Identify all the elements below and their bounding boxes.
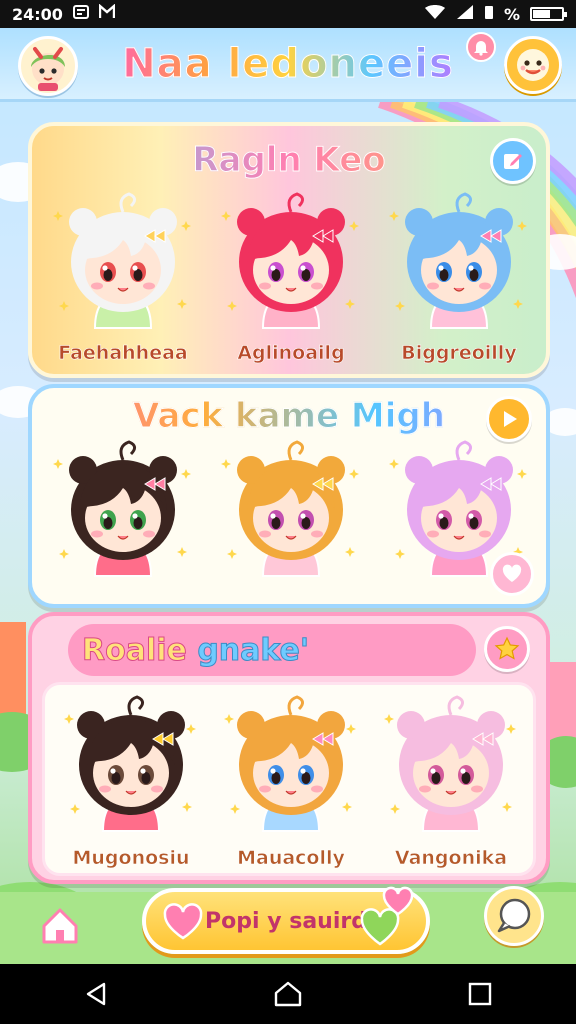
character-portrait xyxy=(389,192,527,329)
character-portrait xyxy=(64,695,196,832)
character-portrait xyxy=(221,440,359,577)
notification-button[interactable] xyxy=(466,32,496,62)
heart-icon xyxy=(502,564,522,582)
speech-bubble-button[interactable] xyxy=(484,886,544,946)
status-time: 24:00 xyxy=(12,4,63,24)
character-card[interactable]: Aglinoailg xyxy=(208,186,374,366)
character-name: Aglinoailg xyxy=(237,342,345,365)
character-card[interactable]: Mauacolly xyxy=(211,689,371,879)
chat-face-icon xyxy=(517,49,549,81)
wifi-icon xyxy=(424,4,446,24)
status-bar: 24:00 % xyxy=(0,0,576,28)
character-panel-1: Ragln Keo Faehahheaa Aglinoailg Biggreoi… xyxy=(28,122,550,378)
panel-3-title-part1: Roalie xyxy=(82,632,188,668)
home-button[interactable] xyxy=(38,904,82,948)
heart-right-icon xyxy=(360,886,414,946)
character-portrait xyxy=(53,440,191,577)
character-panel-2: Vack kame Migh xyxy=(28,384,550,608)
speech-bubble-icon xyxy=(497,898,531,933)
home-icon xyxy=(42,908,78,944)
character-card[interactable] xyxy=(40,434,206,604)
app-header: Naa ledoneeis xyxy=(0,28,576,102)
notification-icon xyxy=(72,4,89,24)
character-name: Biggreoilly xyxy=(401,342,517,365)
panel-3-character-row: Mugonosiu Mauacolly Vangonika xyxy=(42,682,536,876)
recents-icon xyxy=(468,982,492,1006)
avatar-icon xyxy=(31,47,65,91)
bell-icon xyxy=(474,41,488,56)
home-nav-icon xyxy=(274,981,302,1007)
chat-face-button[interactable] xyxy=(504,36,562,94)
profile-avatar-button[interactable] xyxy=(18,36,78,96)
character-name: Mauacolly xyxy=(237,847,345,870)
character-card[interactable] xyxy=(208,434,374,604)
character-portrait xyxy=(224,695,356,832)
panel-3-star-button[interactable] xyxy=(484,626,530,672)
panel-1-title: Ragln Keo xyxy=(32,140,546,181)
character-card[interactable]: Faehahheaa xyxy=(40,186,206,366)
nav-recents-button[interactable] xyxy=(450,964,510,1024)
heart-left-icon xyxy=(163,903,203,940)
gallery-icon xyxy=(98,3,116,24)
character-portrait xyxy=(221,192,359,329)
back-icon xyxy=(86,982,106,1006)
nav-home-button[interactable] xyxy=(258,964,318,1024)
app-title: Naa ledoneeis xyxy=(122,40,454,87)
battery-percent: % xyxy=(503,4,520,24)
play-icon xyxy=(504,411,517,427)
system-nav-bar xyxy=(0,964,576,1024)
character-card[interactable]: Biggreoilly xyxy=(376,186,542,366)
star-icon xyxy=(494,636,520,660)
panel-3-title-part2: gnake' xyxy=(197,632,310,668)
panel-3-title: Roalie gnake' xyxy=(68,624,476,676)
sim-icon xyxy=(484,4,494,24)
character-portrait xyxy=(53,192,191,329)
panel-1-edit-button[interactable] xyxy=(490,138,536,184)
play-sound-button[interactable]: Popi y sauird xyxy=(142,886,430,954)
character-name: Vangonika xyxy=(394,847,508,870)
character-card[interactable]: Mugonosiu xyxy=(51,689,211,879)
character-panel-3: Roalie gnake' Mugonosiu Mauacolly Vangon… xyxy=(28,612,550,884)
battery-icon xyxy=(530,7,567,21)
play-sound-label: Popi y sauird xyxy=(205,908,367,934)
character-portrait xyxy=(384,695,516,832)
character-card[interactable]: Vangonika xyxy=(371,689,531,879)
character-name: Mugonosiu xyxy=(72,847,190,870)
panel-2-heart-button[interactable] xyxy=(490,552,534,596)
character-name: Faehahheaa xyxy=(58,342,188,365)
nav-back-button[interactable] xyxy=(66,964,126,1024)
edit-icon xyxy=(504,154,522,169)
panel-2-title: Vack kame Migh xyxy=(32,396,546,437)
signal-icon xyxy=(456,4,474,24)
